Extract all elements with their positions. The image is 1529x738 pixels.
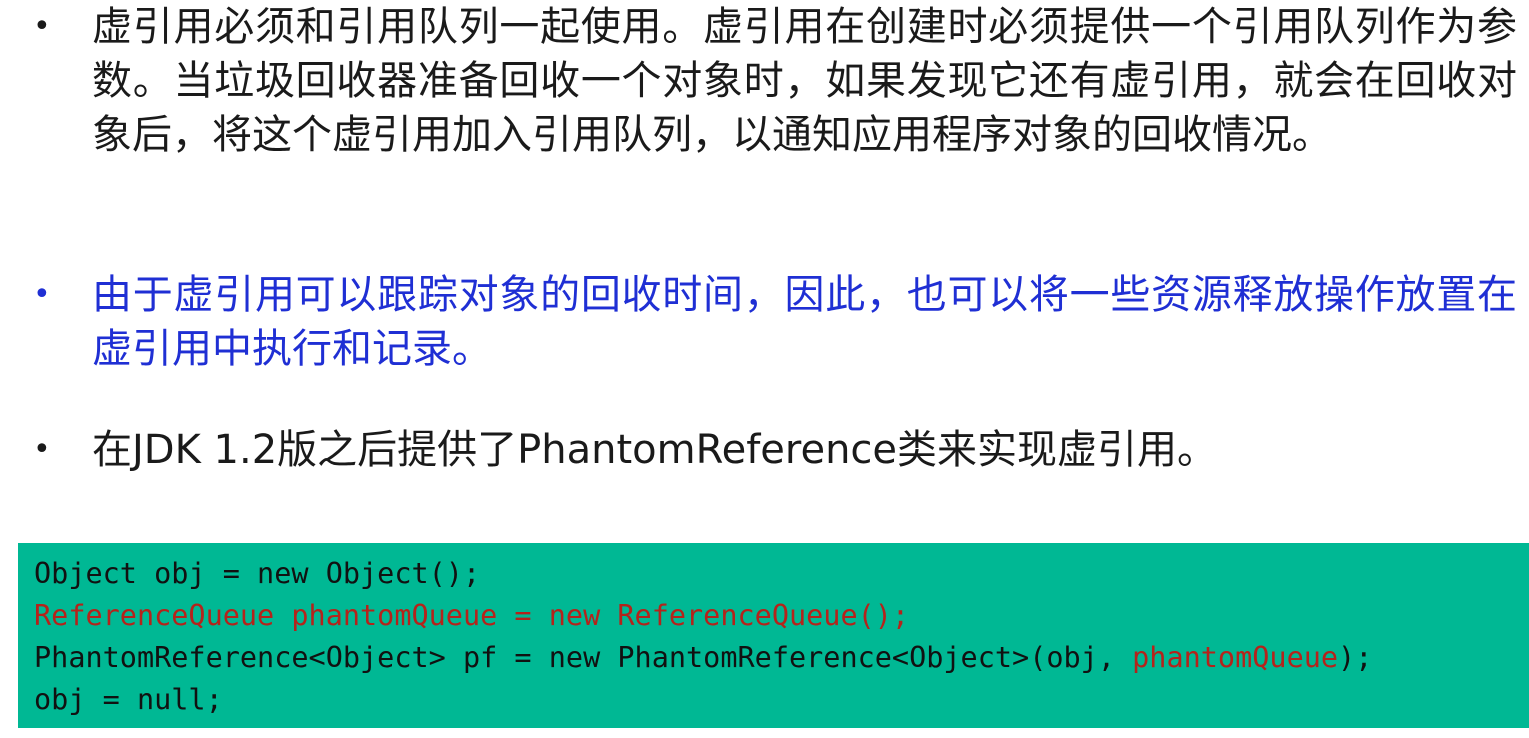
bullet-text-resource-release: 由于虚引用可以跟踪对象的回收时间，因此，也可以将一些资源释放操作放置在虚引用中执… — [92, 272, 1517, 372]
code-line-3-phantom-queue: phantomQueue — [1132, 641, 1339, 674]
bullet-text-jdk-version: 在JDK 1.2版之后提供了PhantomReference类来实现虚引用。 — [92, 427, 1218, 473]
code-line-3-part-a: PhantomReference<Object> pf = new Phanto… — [34, 641, 1133, 674]
bullet-dot: • — [33, 9, 51, 44]
code-line-2: ReferenceQueue phantomQueue = new Refere… — [34, 599, 910, 632]
code-line-3-part-c: ); — [1338, 641, 1373, 674]
code-line-3: PhantomReference<Object> pf = new Phanto… — [34, 637, 1529, 679]
bullet-dot: • — [33, 432, 51, 467]
bullet-dot: • — [33, 277, 51, 312]
code-line-4: obj = null; — [34, 683, 223, 716]
code-block: Object obj = new Object(); ReferenceQueu… — [18, 543, 1529, 728]
code-line-1: Object obj = new Object(); — [34, 557, 481, 590]
bullet-text-phantom-ref-queue: 虚引用必须和引用队列一起使用。虚引用在创建时必须提供一个引用队列作为参数。当垃圾… — [92, 4, 1517, 158]
